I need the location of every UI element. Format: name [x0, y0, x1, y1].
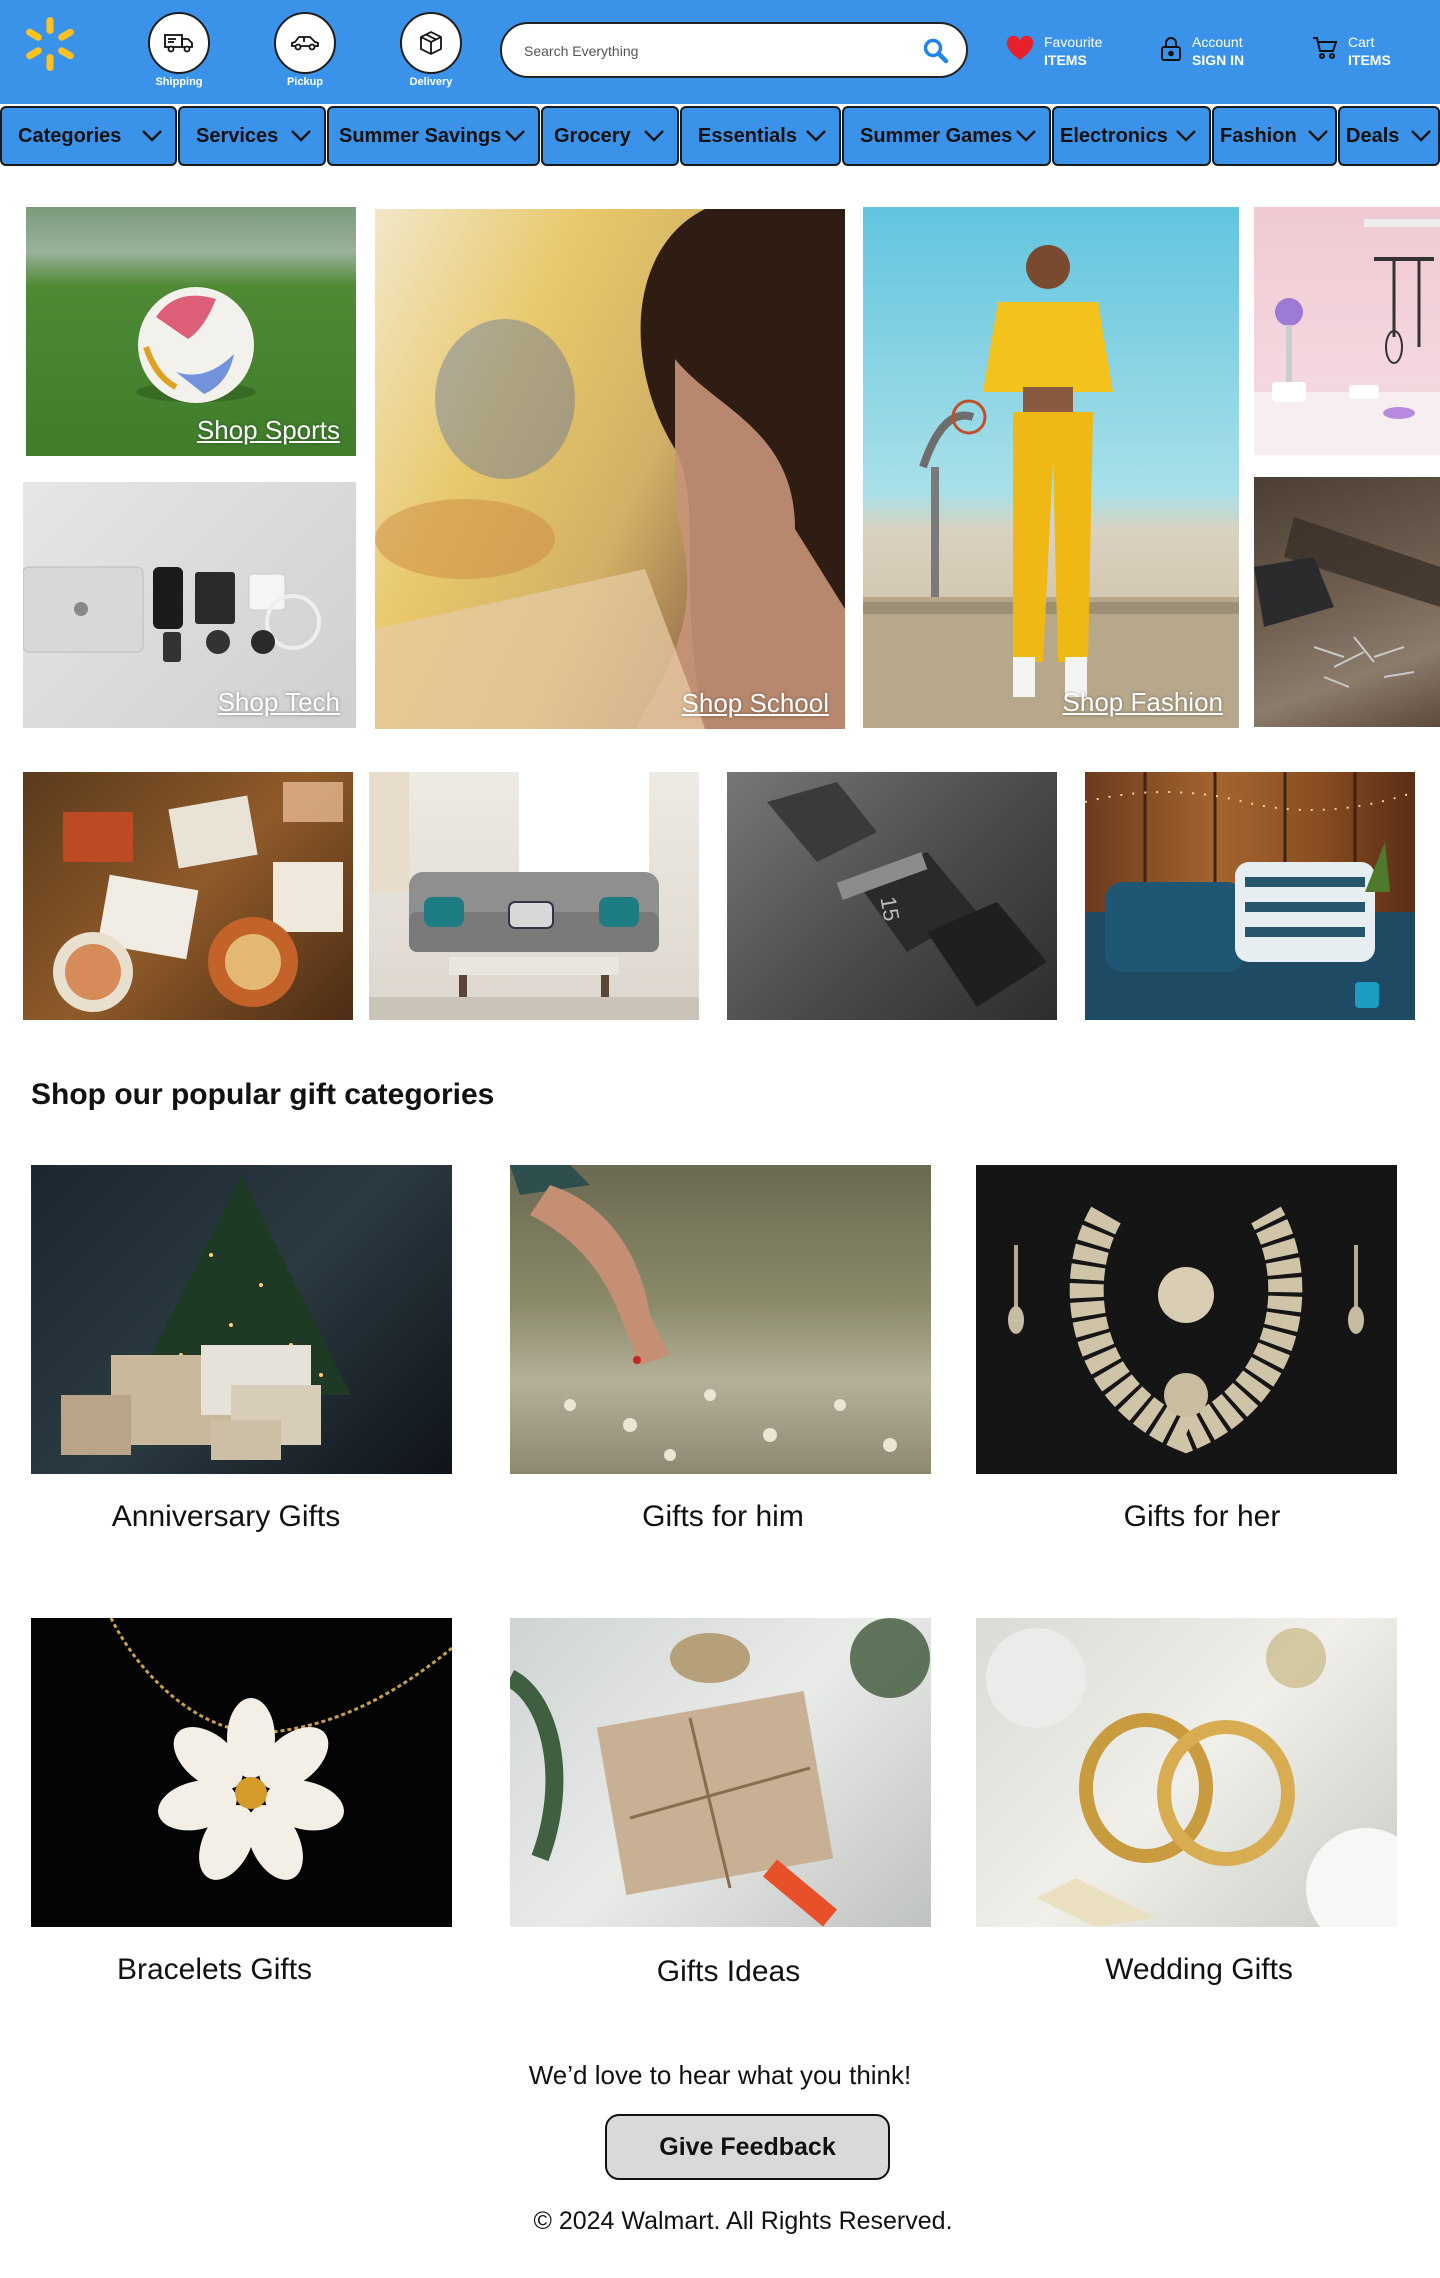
chevron-down-icon: [1016, 130, 1036, 142]
nav-label: Services: [196, 124, 279, 147]
walmart-spark-logo[interactable]: [20, 14, 80, 74]
nav-label: Categories: [18, 124, 122, 147]
nav-summer-games[interactable]: Summer Games: [842, 106, 1051, 166]
fashion-model-image: [863, 245, 1239, 728]
living-room-tile[interactable]: [369, 772, 699, 1020]
gift-label[interactable]: Gifts for her: [976, 1500, 1428, 1534]
gift-label[interactable]: Anniversary Gifts: [31, 1500, 421, 1534]
shop-fashion-link[interactable]: Shop Fashion: [1063, 687, 1223, 718]
gift-label[interactable]: Wedding Gifts: [976, 1953, 1422, 1987]
delivery-button[interactable]: Delivery: [400, 12, 462, 88]
top-header: Shipping Pickup Delivery Search Everythi…: [0, 0, 1440, 104]
shop-fashion-tile[interactable]: Shop Fashion: [863, 207, 1239, 728]
car-icon: [291, 36, 319, 51]
delivery-label: Delivery: [409, 76, 453, 88]
favourites-title: Favourite: [1044, 34, 1103, 50]
dumbbells-image: 15: [767, 782, 1047, 1007]
account-value: SIGN IN: [1192, 52, 1245, 68]
gift-label[interactable]: Gifts for him: [510, 1500, 936, 1534]
wrapped-gift-box-image: [510, 1618, 930, 1927]
bracelets-gifts-image[interactable]: [31, 1618, 452, 1927]
shop-sports-tile[interactable]: Shop Sports: [26, 207, 356, 456]
christmas-tree-gifts-image: [61, 1175, 351, 1460]
gifts-ideas-image[interactable]: [510, 1618, 931, 1927]
shop-tech-tile[interactable]: Shop Tech: [23, 482, 356, 728]
nav-services[interactable]: Services: [178, 106, 326, 166]
gift-section-title: Shop our popular gift categories: [31, 1078, 495, 1111]
nav-fashion[interactable]: Fashion: [1212, 106, 1337, 166]
cart-link[interactable]: Cart ITEMS: [1312, 30, 1422, 80]
pickup-button[interactable]: Pickup: [274, 12, 336, 88]
bedroom-pillows-image: [1085, 772, 1415, 1020]
gift-label[interactable]: Bracelets Gifts: [31, 1953, 398, 1987]
nav-label: Grocery: [554, 124, 631, 147]
nav-label: Deals: [1346, 124, 1400, 147]
account-title: Account: [1192, 34, 1243, 50]
nav-summer-savings[interactable]: Summer Savings: [327, 106, 540, 166]
chevron-down-icon: [1176, 130, 1196, 142]
gifts-for-her-image[interactable]: [976, 1165, 1397, 1474]
wedding-rings-image: [986, 1628, 1397, 1927]
account-link[interactable]: Account SIGN IN: [1160, 30, 1280, 80]
flower-pendant-image: [109, 1618, 452, 1880]
chevron-down-icon: [644, 130, 664, 142]
fitness-tile[interactable]: 15: [727, 772, 1057, 1020]
chevron-down-icon: [291, 130, 311, 142]
cart-title: Cart: [1348, 34, 1375, 50]
shop-sports-link[interactable]: Shop Sports: [197, 415, 340, 446]
kitchen-tools-image: [1254, 219, 1440, 455]
chevron-down-icon: [505, 130, 525, 142]
wedding-gifts-image[interactable]: [976, 1618, 1397, 1927]
anniversary-gifts-image[interactable]: [31, 1165, 452, 1474]
box-icon: [420, 31, 442, 55]
school-student-image: [375, 209, 845, 729]
cart-icon: [1313, 37, 1338, 59]
shop-school-tile[interactable]: Shop School: [375, 209, 845, 729]
nav-label: Fashion: [1220, 124, 1297, 147]
shipping-label: Shipping: [155, 76, 203, 88]
tools-tile[interactable]: [1254, 477, 1440, 727]
nav-categories[interactable]: Categories: [0, 106, 177, 166]
shipping-button[interactable]: Shipping: [148, 12, 210, 88]
nav-label: Summer Games: [860, 124, 1013, 147]
category-nav: Categories Services Summer Savings Groce…: [0, 106, 1440, 166]
nav-grocery[interactable]: Grocery: [541, 106, 679, 166]
kitchen-tile[interactable]: [1254, 207, 1440, 455]
truck-icon: [164, 34, 193, 53]
chevron-down-icon: [142, 130, 162, 142]
nav-label: Essentials: [698, 124, 797, 147]
cart-value: ITEMS: [1348, 52, 1391, 68]
nav-essentials[interactable]: Essentials: [680, 106, 841, 166]
hand-in-grass-image: [510, 1165, 897, 1461]
gifts-for-him-image[interactable]: [510, 1165, 931, 1474]
favourites-link[interactable]: Favourite ITEMS: [1006, 30, 1136, 80]
heart-icon: [1006, 36, 1034, 60]
chevron-down-icon: [1411, 130, 1431, 142]
search-input[interactable]: [524, 40, 904, 62]
shop-tech-link[interactable]: Shop Tech: [218, 687, 340, 718]
nav-deals[interactable]: Deals: [1338, 106, 1440, 166]
hammer-nails-image: [1254, 517, 1440, 688]
nav-label: Summer Savings: [339, 124, 502, 147]
sushi-platter-image: [53, 782, 343, 1012]
nav-label: Electronics: [1060, 124, 1168, 147]
svg-text:15: 15: [875, 895, 904, 923]
search-icon[interactable]: [922, 37, 950, 65]
chevron-down-icon: [1308, 130, 1328, 142]
copyright-text: © 2024 Walmart. All Rights Reserved.: [533, 2207, 953, 2235]
favourites-value: ITEMS: [1044, 52, 1087, 68]
food-tile[interactable]: [23, 772, 353, 1020]
feedback-prompt: We’d love to hear what you think!: [528, 2060, 912, 2090]
give-feedback-button[interactable]: Give Feedback: [605, 2114, 890, 2180]
search-bar: [500, 22, 968, 78]
gift-label[interactable]: Gifts Ideas: [510, 1955, 947, 1989]
lock-icon: [1161, 37, 1181, 61]
sofa-image: [369, 772, 699, 1020]
shop-school-link[interactable]: Shop School: [682, 688, 829, 719]
nav-electronics[interactable]: Electronics: [1052, 106, 1211, 166]
necklace-image: [1008, 1206, 1364, 1454]
bedroom-tile[interactable]: [1085, 772, 1415, 1020]
pickup-label: Pickup: [286, 76, 324, 88]
chevron-down-icon: [806, 130, 826, 142]
